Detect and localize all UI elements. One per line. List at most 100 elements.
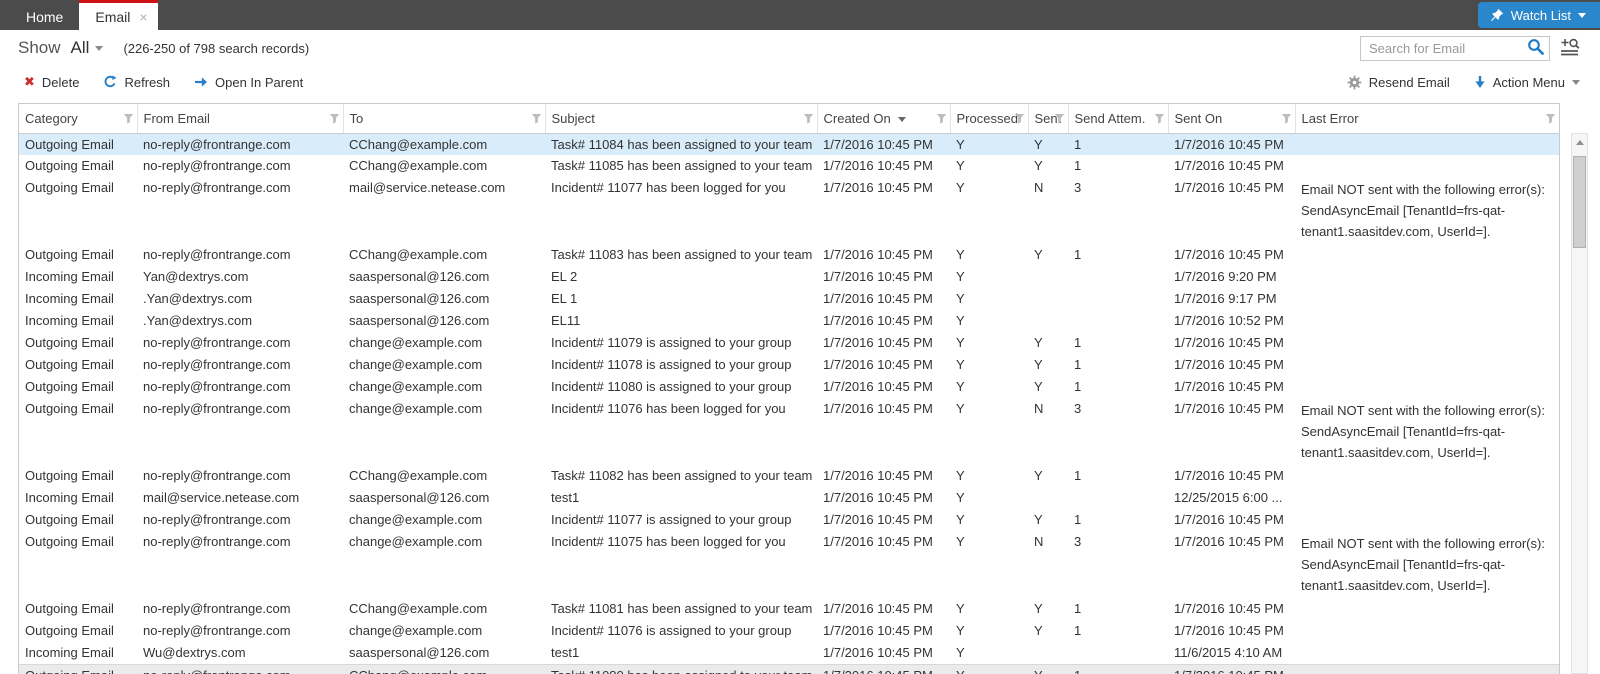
search-box <box>1360 36 1550 61</box>
filter-icon[interactable] <box>1014 113 1025 124</box>
resend-email-button[interactable]: Resend Email <box>1347 75 1450 90</box>
search-input[interactable] <box>1361 41 1525 56</box>
filter-icon[interactable] <box>1054 113 1065 124</box>
cell-last_error <box>1295 332 1559 354</box>
close-tab-icon[interactable]: × <box>139 10 147 24</box>
cell-from: mail@service.netease.com <box>137 487 343 509</box>
email-row[interactable]: Incoming EmailWu@dextrys.comsaaspersonal… <box>19 642 1559 664</box>
record-count: (226-250 of 798 search records) <box>123 41 309 56</box>
email-row[interactable]: Outgoing Emailno-reply@frontrange.comCCh… <box>19 133 1559 155</box>
search-icon[interactable] <box>1525 36 1549 60</box>
cell-sent_on: 1/7/2016 10:45 PM <box>1168 155 1295 177</box>
column-header-created_on[interactable]: Created On <box>817 104 950 133</box>
cell-last_error <box>1295 266 1559 288</box>
email-grid: CategoryFrom Email To SubjectCreated OnPro… <box>18 103 1588 674</box>
cell-subject: EL11 <box>545 310 817 332</box>
cell-from: no-reply@frontrange.com <box>137 509 343 531</box>
column-header-subject[interactable]: Subject <box>545 104 817 133</box>
cell-sent <box>1028 642 1068 664</box>
open-in-parent-button[interactable]: Open In Parent <box>194 75 303 90</box>
email-row[interactable]: Outgoing Emailno-reply@frontrange.comCCh… <box>19 598 1559 620</box>
cell-to: mail@service.netease.com <box>343 177 545 244</box>
column-header-last_error[interactable]: Last Error <box>1295 104 1559 133</box>
cell-from: no-reply@frontrange.com <box>137 244 343 266</box>
cell-send_attempts <box>1068 642 1168 664</box>
cell-to: CChang@example.com <box>343 598 545 620</box>
email-row[interactable]: Outgoing Emailno-reply@frontrange.comcha… <box>19 620 1559 642</box>
refresh-label: Refresh <box>124 75 170 90</box>
email-row[interactable]: Incoming Emailmail@service.netease.comsa… <box>19 487 1559 509</box>
cell-sent_on: 1/7/2016 10:45 PM <box>1168 133 1295 155</box>
filter-icon[interactable] <box>803 113 814 124</box>
cell-processed: Y <box>950 642 1028 664</box>
cell-to: CChang@example.com <box>343 244 545 266</box>
cell-sent_on: 1/7/2016 10:45 PM <box>1168 509 1295 531</box>
vertical-scrollbar[interactable] <box>1571 133 1588 674</box>
filter-icon[interactable] <box>123 113 134 124</box>
filter-icon[interactable] <box>329 113 340 124</box>
column-header-from[interactable]: From Email <box>137 104 343 133</box>
refresh-button[interactable]: Refresh <box>103 75 170 90</box>
cell-from: .Yan@dextrys.com <box>137 288 343 310</box>
cell-subject: Task# 11082 has been assigned to your te… <box>545 465 817 487</box>
column-header-processed[interactable]: Processed <box>950 104 1028 133</box>
scrollbar-thumb[interactable] <box>1573 156 1586 248</box>
email-row[interactable]: Outgoing Emailno-reply@frontrange.comCCh… <box>19 664 1559 674</box>
email-row[interactable]: Outgoing Emailno-reply@frontrange.comcha… <box>19 332 1559 354</box>
chevron-down-icon <box>95 46 103 51</box>
email-row[interactable]: Outgoing Emailno-reply@frontrange.comcha… <box>19 354 1559 376</box>
email-row[interactable]: Outgoing Emailno-reply@frontrange.comcha… <box>19 376 1559 398</box>
tab-home[interactable]: Home <box>10 0 79 30</box>
email-row[interactable]: Outgoing Emailno-reply@frontrange.comCCh… <box>19 244 1559 266</box>
cell-sent: N <box>1028 398 1068 465</box>
cell-category: Outgoing Email <box>19 244 137 266</box>
tab-bar: Home Email × Watch List <box>0 0 1600 30</box>
action-menu-button[interactable]: Action Menu <box>1474 75 1580 90</box>
cell-from: no-reply@frontrange.com <box>137 465 343 487</box>
column-header-sent[interactable]: Sent <box>1028 104 1068 133</box>
column-label-to: To <box>350 111 364 126</box>
filter-icon[interactable] <box>531 113 542 124</box>
email-row[interactable]: Outgoing Emailno-reply@frontrange.comCCh… <box>19 465 1559 487</box>
column-header-sent_on[interactable]: Sent On <box>1168 104 1295 133</box>
grid-toolbar: ✖ Delete Refresh Open In Parent <box>0 66 1600 98</box>
filter-icon[interactable] <box>936 113 947 124</box>
delete-button[interactable]: ✖ Delete <box>24 75 79 90</box>
cell-subject: Task# 11083 has been assigned to your te… <box>545 244 817 266</box>
email-row[interactable]: Outgoing Emailno-reply@frontrange.commai… <box>19 177 1559 244</box>
cell-created_on: 1/7/2016 10:45 PM <box>817 509 950 531</box>
column-header-category[interactable]: Category <box>19 104 137 133</box>
cell-from: no-reply@frontrange.com <box>137 376 343 398</box>
column-header-send_attempts[interactable]: Send Attem. <box>1068 104 1168 133</box>
open-in-parent-label: Open In Parent <box>215 75 303 90</box>
delete-label: Delete <box>42 75 80 90</box>
email-row[interactable]: Outgoing Emailno-reply@frontrange.comcha… <box>19 398 1559 465</box>
cell-created_on: 1/7/2016 10:45 PM <box>817 398 950 465</box>
email-row[interactable]: Outgoing Emailno-reply@frontrange.comcha… <box>19 509 1559 531</box>
column-header-to[interactable]: To <box>343 104 545 133</box>
email-row[interactable]: Outgoing Emailno-reply@frontrange.comcha… <box>19 531 1559 598</box>
resend-email-label: Resend Email <box>1369 75 1450 90</box>
cell-to: change@example.com <box>343 620 545 642</box>
cell-send_attempts: 1 <box>1068 332 1168 354</box>
cell-last_error: Email NOT sent with the following error(… <box>1295 531 1559 598</box>
email-row[interactable]: Incoming EmailYan@dextrys.comsaaspersona… <box>19 266 1559 288</box>
cell-last_error <box>1295 155 1559 177</box>
filter-icon[interactable] <box>1545 113 1556 124</box>
advanced-search-icon[interactable] <box>1559 36 1580 61</box>
cell-from: Yan@dextrys.com <box>137 266 343 288</box>
show-filter-dropdown[interactable]: All <box>71 38 104 58</box>
show-filter-value: All <box>71 38 90 58</box>
email-row[interactable]: Incoming Email.Yan@dextrys.comsaasperson… <box>19 310 1559 332</box>
filter-icon[interactable] <box>1281 113 1292 124</box>
cell-sent: Y <box>1028 509 1068 531</box>
pin-icon <box>1490 8 1504 22</box>
cell-sent <box>1028 288 1068 310</box>
watch-list-button[interactable]: Watch List <box>1478 2 1600 28</box>
filter-icon[interactable] <box>1154 113 1165 124</box>
cell-from: no-reply@frontrange.com <box>137 598 343 620</box>
scroll-up-button[interactable] <box>1572 134 1587 150</box>
tab-email[interactable]: Email × <box>79 0 157 30</box>
email-row[interactable]: Outgoing Emailno-reply@frontrange.comCCh… <box>19 155 1559 177</box>
email-row[interactable]: Incoming Email.Yan@dextrys.comsaasperson… <box>19 288 1559 310</box>
